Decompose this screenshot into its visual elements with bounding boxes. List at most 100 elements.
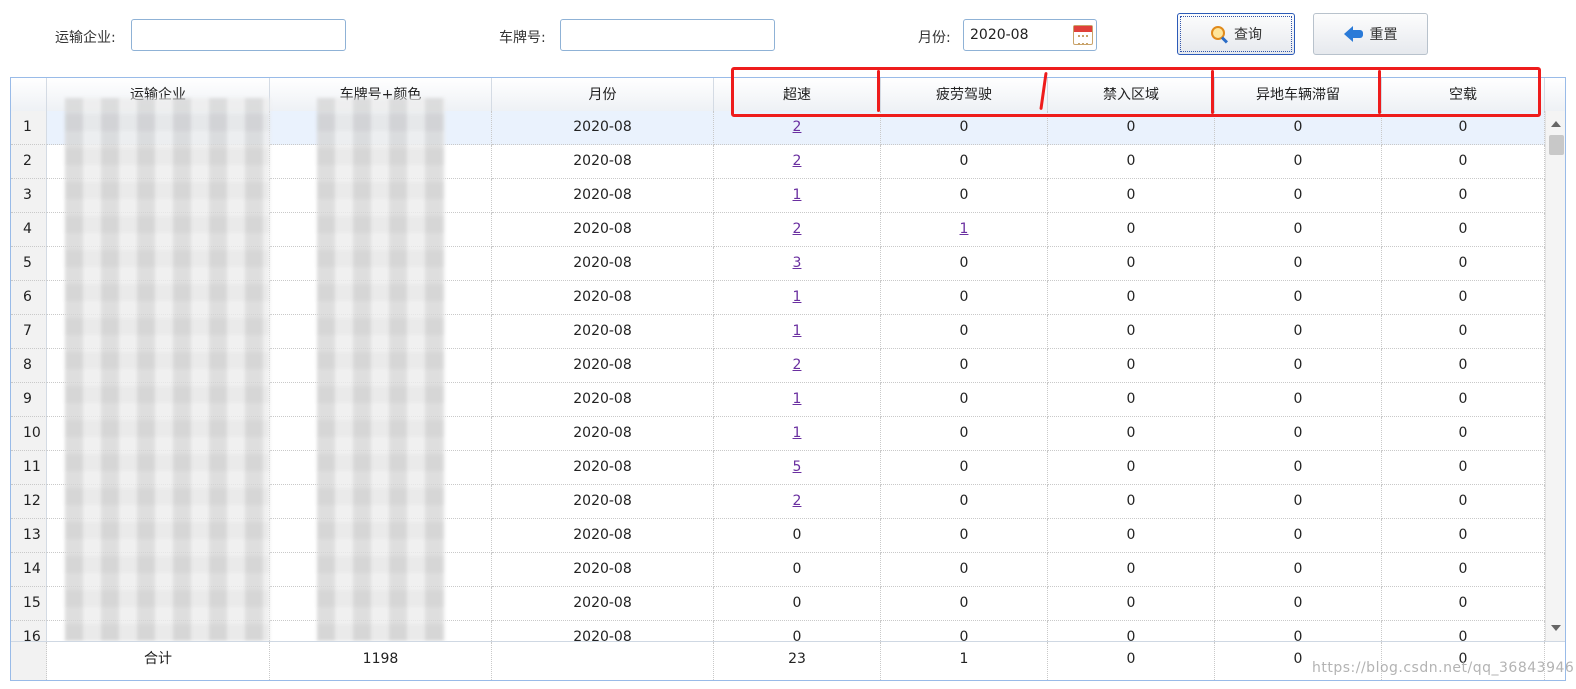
row-number: 16 [11,621,47,641]
search-icon [1210,25,1228,43]
row-number: 8 [11,349,47,383]
cell-restricted-zone: 0 [1048,587,1215,621]
footer-total-label: 合计 [47,642,270,680]
cell-speeding: 2 [714,349,881,383]
cell-fatigue: 0 [881,417,1048,451]
cell-empty-load: 0 [1382,417,1545,451]
cell-speeding: 2 [714,213,881,247]
cell-restricted-zone: 0 [1048,383,1215,417]
cell-speeding: 1 [714,281,881,315]
cell-fatigue: 0 [881,281,1048,315]
cell-empty-load: 0 [1382,485,1545,519]
cell-speeding-link[interactable]: 1 [793,391,802,407]
calendar-icon[interactable] [1073,25,1093,45]
row-number: 5 [11,247,47,281]
cell-empty-load: 0 [1382,451,1545,485]
vertical-scrollbar[interactable] [1545,111,1565,641]
cell-speeding-link[interactable]: 1 [793,425,802,441]
cell-empty-load: 0 [1382,145,1545,179]
redacted-plate-column [317,98,445,641]
cell-empty-load: 0 [1382,179,1545,213]
cell-fatigue: 0 [881,315,1048,349]
company-input[interactable] [131,19,346,51]
cell-restricted-zone: 0 [1048,213,1215,247]
row-number: 1 [11,111,47,145]
cell-empty-load: 0 [1382,553,1545,587]
row-number: 9 [11,383,47,417]
cell-speeding: 1 [714,417,881,451]
cell-month: 2020-08 [492,383,714,417]
cell-speeding-link[interactable]: 2 [793,221,802,237]
cell-speeding-link[interactable]: 2 [793,493,802,509]
cell-fatigue: 0 [881,621,1048,641]
footer-fatigue-total: 1 [881,642,1048,680]
cell-speeding: 0 [714,553,881,587]
cell-offsite-stay: 0 [1215,587,1382,621]
cell-speeding: 5 [714,451,881,485]
redacted-company-column [65,98,270,641]
plate-input[interactable] [560,19,775,51]
cell-restricted-zone: 0 [1048,315,1215,349]
scroll-thumb[interactable] [1549,135,1564,155]
cell-empty-load: 0 [1382,213,1545,247]
cell-speeding-link[interactable]: 5 [793,459,802,475]
cell-fatigue: 0 [881,383,1048,417]
scroll-down-icon[interactable] [1551,625,1561,631]
cell-speeding-link[interactable]: 2 [793,119,802,135]
cell-offsite-stay: 0 [1215,281,1382,315]
cell-speeding-link[interactable]: 2 [793,153,802,169]
cell-fatigue: 0 [881,451,1048,485]
reset-button-label: 重置 [1369,27,1398,43]
cell-fatigue: 0 [881,519,1048,553]
row-number: 10 [11,417,47,451]
cell-month: 2020-08 [492,451,714,485]
cell-month: 2020-08 [492,145,714,179]
cell-fatigue: 1 [881,213,1048,247]
cell-speeding: 0 [714,519,881,553]
cell-fatigue: 0 [881,145,1048,179]
stats-grid: 运输企业 车牌号+颜色 月份 超速 疲劳驾驶 禁入区域 异地车辆滞留 空载 12… [10,77,1566,681]
cell-empty-load: 0 [1382,315,1545,349]
cell-month: 2020-08 [492,587,714,621]
cell-speeding: 2 [714,145,881,179]
reset-button[interactable]: 重置 [1313,13,1428,55]
cell-restricted-zone: 0 [1048,485,1215,519]
query-button[interactable]: 查询 [1177,13,1295,55]
month-input[interactable]: 2020-08 [963,19,1097,51]
cell-empty-load: 0 [1382,281,1545,315]
cell-fatigue-link[interactable]: 1 [960,221,969,237]
cell-offsite-stay: 0 [1215,417,1382,451]
cell-month: 2020-08 [492,553,714,587]
cell-fatigue: 0 [881,349,1048,383]
cell-speeding: 2 [714,485,881,519]
cell-restricted-zone: 0 [1048,451,1215,485]
cell-restricted-zone: 0 [1048,621,1215,641]
footer-rownum [11,642,47,680]
cell-month: 2020-08 [492,213,714,247]
scroll-up-icon[interactable] [1551,121,1561,127]
row-number: 6 [11,281,47,315]
highlight-divider [1211,70,1214,114]
cell-restricted-zone: 0 [1048,553,1215,587]
cell-speeding-link[interactable]: 1 [793,187,802,203]
cell-speeding-link[interactable]: 1 [793,323,802,339]
cell-month: 2020-08 [492,281,714,315]
cell-month: 2020-08 [492,247,714,281]
cell-offsite-stay: 0 [1215,485,1382,519]
cell-restricted-zone: 0 [1048,349,1215,383]
cell-speeding: 1 [714,179,881,213]
cell-speeding-link[interactable]: 2 [793,357,802,373]
cell-month: 2020-08 [492,621,714,641]
cell-speeding-link[interactable]: 1 [793,289,802,305]
header-month[interactable]: 月份 [492,78,714,111]
cell-fatigue: 0 [881,553,1048,587]
cell-month: 2020-08 [492,485,714,519]
cell-empty-load: 0 [1382,587,1545,621]
highlight-divider [877,70,880,112]
footer-zone-total: 0 [1048,642,1215,680]
header-rownum [11,78,47,111]
row-number: 11 [11,451,47,485]
cell-speeding-link[interactable]: 3 [793,255,802,271]
highlight-divider [1378,70,1381,114]
cell-offsite-stay: 0 [1215,553,1382,587]
